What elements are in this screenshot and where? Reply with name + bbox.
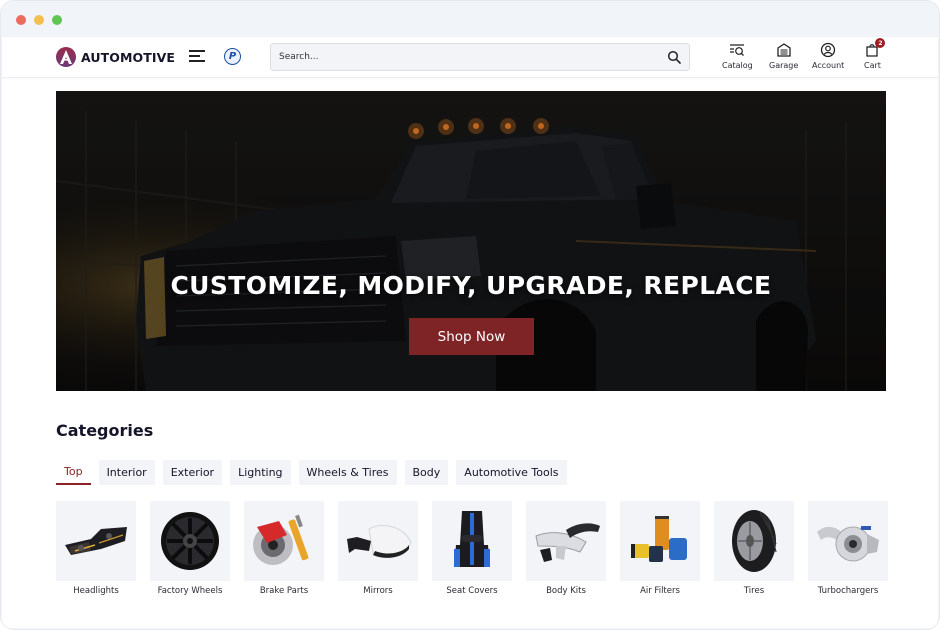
nav-cart[interactable]: 2 Cart: [864, 38, 886, 70]
account-icon: [821, 42, 836, 58]
site-header: AUTOMOTIVE P Catalog Garage Account: [2, 37, 938, 78]
catalog-search-icon: [730, 44, 745, 56]
nav-catalog-label: Catalog: [722, 61, 753, 70]
headlights-image: [56, 501, 136, 581]
search-input[interactable]: [279, 44, 659, 70]
turbocharger-image: [808, 501, 888, 581]
minimize-window-button[interactable]: [34, 15, 44, 25]
category-card-turbochargers[interactable]: Turbochargers: [808, 501, 888, 596]
categories-heading: Categories: [56, 421, 154, 440]
seat-cover-image: [432, 501, 512, 581]
body-kit-image: [526, 501, 606, 581]
category-name: Body Kits: [546, 586, 586, 596]
cart-count-badge: 2: [875, 38, 886, 48]
tab-automotive-tools[interactable]: Automotive Tools: [456, 460, 567, 485]
category-list: Headlights Factory Wheels Brake Parts Mi…: [56, 501, 888, 596]
shop-now-button[interactable]: Shop Now: [409, 318, 534, 355]
cart-bag-icon: 2: [864, 38, 886, 58]
nav-garage-label: Garage: [769, 61, 799, 70]
logo-icon: [56, 47, 76, 67]
category-card-headlights[interactable]: Headlights: [56, 501, 136, 596]
tab-exterior[interactable]: Exterior: [162, 460, 223, 485]
hamburger-menu-icon[interactable]: [189, 50, 205, 62]
hero-banner: CUSTOMIZE, MODIFY, UPGRADE, REPLACE Shop…: [56, 91, 886, 391]
paypal-icon[interactable]: P: [224, 48, 241, 65]
nav-cart-label: Cart: [864, 61, 881, 70]
category-card-mirrors[interactable]: Mirrors: [338, 501, 418, 596]
tab-body[interactable]: Body: [404, 460, 449, 485]
site-logo[interactable]: AUTOMOTIVE: [56, 47, 175, 67]
tab-top[interactable]: Top: [56, 460, 91, 485]
wheel-image: [150, 501, 230, 581]
category-name: Brake Parts: [259, 586, 309, 596]
nav-account-label: Account: [812, 61, 845, 70]
maximize-window-button[interactable]: [52, 15, 62, 25]
browser-window: AUTOMOTIVE P Catalog Garage Account: [0, 0, 940, 630]
nav-garage[interactable]: Garage: [769, 42, 798, 70]
category-name: Turbochargers: [817, 586, 879, 596]
brake-parts-image: [244, 501, 324, 581]
category-card-tires[interactable]: Tires: [714, 501, 794, 596]
category-name: Factory Wheels: [157, 586, 223, 596]
tab-wheels-tires[interactable]: Wheels & Tires: [298, 460, 397, 485]
category-name: Mirrors: [363, 586, 393, 596]
category-name: Seat Covers: [446, 586, 498, 596]
tire-image: [714, 501, 794, 581]
tab-lighting[interactable]: Lighting: [230, 460, 291, 485]
close-window-button[interactable]: [16, 15, 26, 25]
logo-text: AUTOMOTIVE: [81, 49, 176, 65]
garage-icon: [776, 43, 791, 57]
category-name: Tires: [743, 586, 765, 596]
category-card-seat-covers[interactable]: Seat Covers: [432, 501, 512, 596]
search-icon[interactable]: [667, 50, 681, 64]
window-titlebar: [1, 1, 939, 37]
category-card-factory-wheels[interactable]: Factory Wheels: [150, 501, 230, 596]
category-name: Headlights: [73, 586, 119, 596]
category-card-body-kits[interactable]: Body Kits: [526, 501, 606, 596]
nav-account[interactable]: Account: [812, 42, 844, 70]
hero-title: CUSTOMIZE, MODIFY, UPGRADE, REPLACE: [170, 271, 772, 300]
category-name: Air Filters: [640, 586, 680, 596]
tab-interior[interactable]: Interior: [98, 460, 155, 485]
air-filters-image: [620, 501, 700, 581]
mirror-image: [338, 501, 418, 581]
category-tabs: Top Interior Exterior Lighting Wheels & …: [56, 460, 567, 485]
category-card-brake-parts[interactable]: Brake Parts: [244, 501, 324, 596]
category-card-air-filters[interactable]: Air Filters: [620, 501, 700, 596]
page: AUTOMOTIVE P Catalog Garage Account: [2, 37, 938, 628]
nav-catalog[interactable]: Catalog: [722, 42, 753, 70]
search-bar: [270, 43, 690, 71]
